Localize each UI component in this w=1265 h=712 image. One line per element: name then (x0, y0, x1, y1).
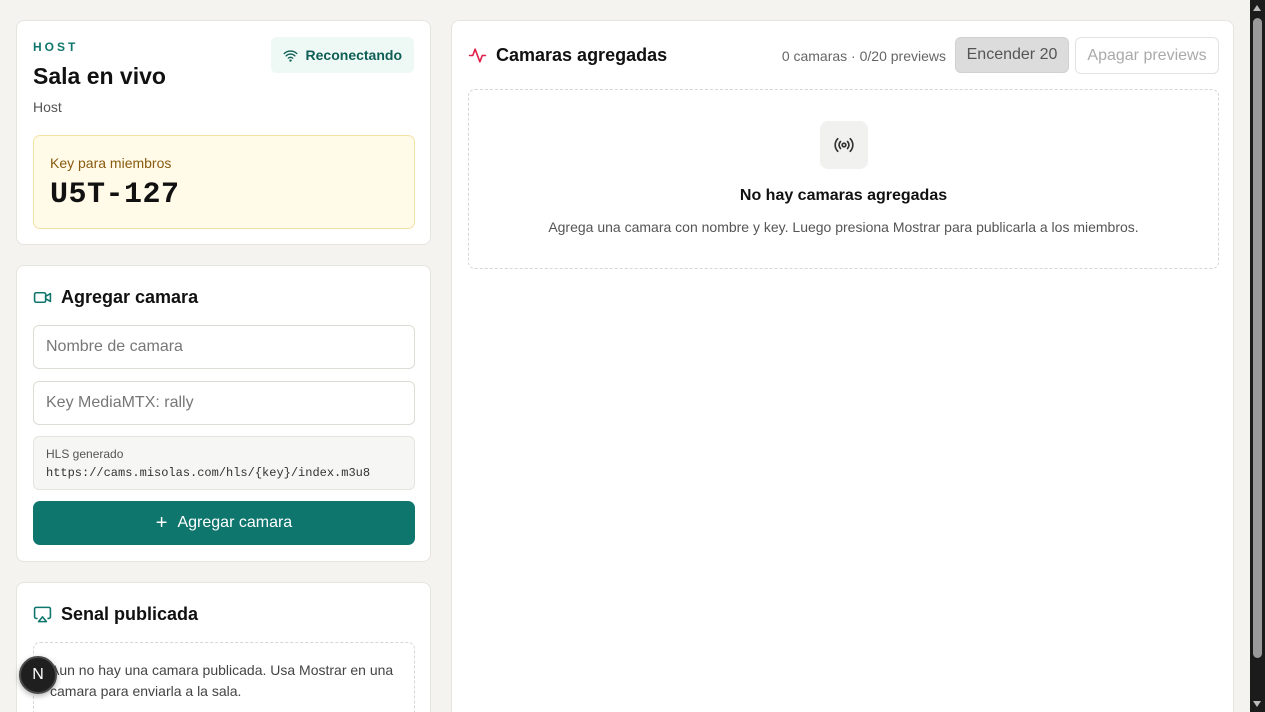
empty-title: No hay camaras agregadas (739, 187, 948, 204)
empty-icon-box (820, 121, 868, 169)
scroll-down-arrow[interactable] (1253, 701, 1261, 707)
camera-key-input[interactable] (33, 381, 415, 425)
cameras-stats: 0 camaras · 0/20 previews (781, 48, 946, 64)
add-camera-button[interactable]: + Agregar camara (33, 501, 415, 545)
hls-preview-box: HLS generado https://cams.misolas.com/hl… (33, 436, 415, 490)
turn-on-previews-button[interactable]: Encender 20 (955, 37, 1069, 73)
member-key-value: U5T-127 (50, 178, 180, 212)
video-camera-icon (33, 291, 52, 304)
host-eyebrow: HOST (33, 40, 79, 54)
member-key-label: Key para miembros (50, 155, 172, 171)
published-signal-card: Senal publicada Aun no hay una camara pu… (16, 582, 431, 712)
camera-name-input[interactable] (33, 325, 415, 369)
plus-icon: + (155, 512, 168, 534)
host-card: HOST Sala en vivo Host Reconectando Key … (16, 20, 431, 245)
status-label: Reconectando (305, 47, 402, 63)
page-scrollbar[interactable] (1250, 0, 1265, 712)
room-title: Sala en vivo (33, 63, 166, 89)
scroll-thumb[interactable] (1253, 18, 1262, 658)
hls-url: https://cams.misolas.com/hls/{key}/index… (46, 466, 371, 480)
cameras-title: Camaras agregadas (496, 45, 668, 65)
published-signal-empty: Aun no hay una camara publicada. Usa Mos… (33, 642, 415, 712)
connection-status-badge: Reconectando (270, 37, 414, 73)
role-label: Host (33, 99, 62, 115)
published-signal-title: Senal publicada (61, 604, 199, 624)
cameras-empty-state: No hay camaras agregadas Agrega una cama… (468, 89, 1219, 269)
add-camera-header: Agregar camara (33, 287, 198, 308)
empty-description: Agrega una camara con nombre y key. Lueg… (548, 219, 1139, 235)
add-camera-title: Agregar camara (61, 287, 199, 307)
add-camera-button-label: Agregar camara (177, 514, 293, 531)
floating-badge[interactable]: N (19, 656, 57, 694)
activity-icon (468, 48, 487, 63)
member-key-box: Key para miembros U5T-127 (33, 135, 415, 229)
cameras-panel: Camaras agregadas 0 camaras · 0/20 previ… (451, 20, 1234, 712)
add-camera-card: Agregar camara HLS generado https://cams… (16, 265, 431, 562)
scroll-up-arrow[interactable] (1253, 5, 1261, 11)
cast-icon (33, 606, 52, 623)
hls-label: HLS generado (46, 447, 124, 461)
cameras-header: Camaras agregadas (468, 45, 667, 66)
turn-off-previews-button[interactable]: Apagar previews (1075, 37, 1219, 74)
published-signal-header: Senal publicada (33, 604, 198, 625)
broadcast-icon (834, 137, 854, 153)
wifi-icon (283, 49, 297, 62)
